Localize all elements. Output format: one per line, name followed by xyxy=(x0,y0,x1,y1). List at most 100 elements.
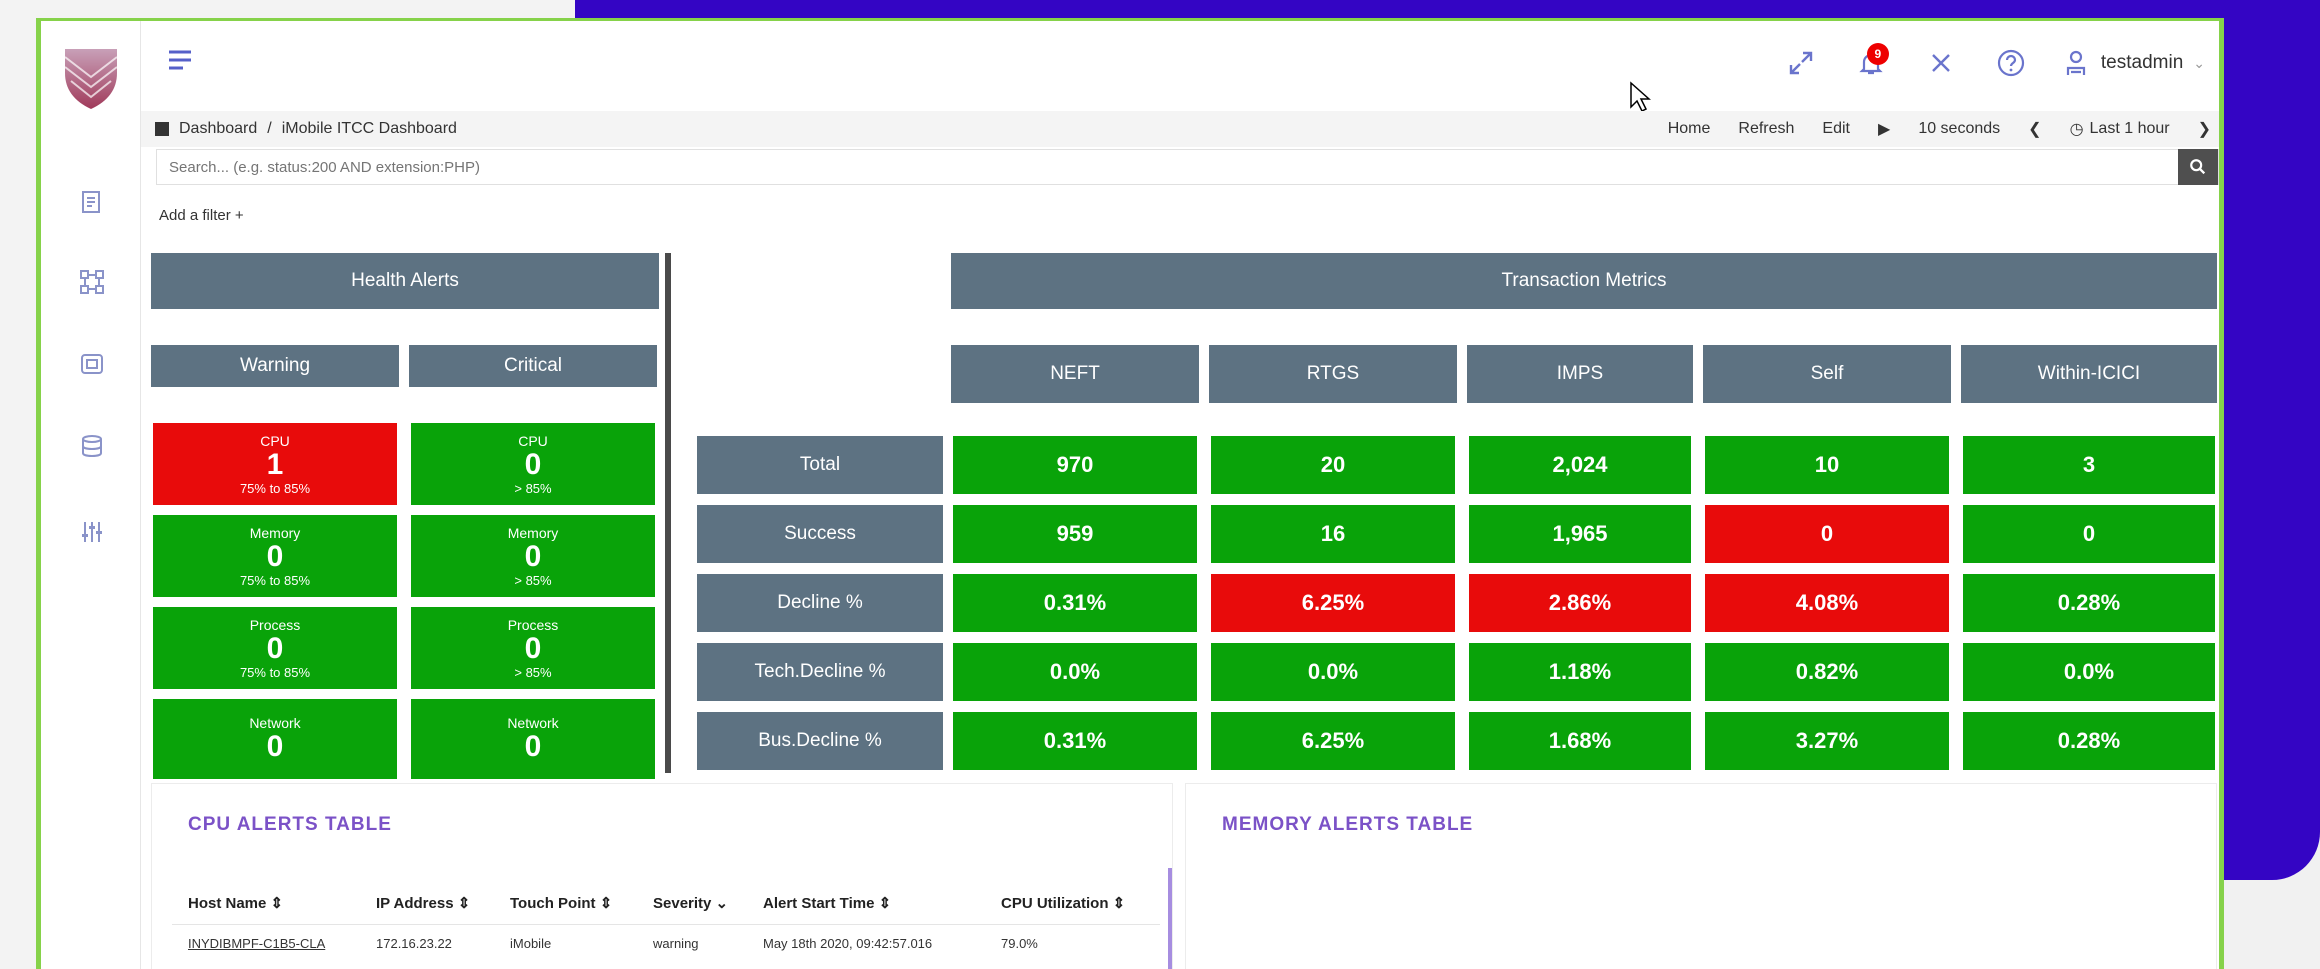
report-icon[interactable] xyxy=(77,187,107,217)
network-icon[interactable] xyxy=(77,267,107,297)
storage-icon[interactable] xyxy=(77,431,107,461)
tile-label: Network xyxy=(249,715,301,731)
metric-cell[interactable]: 2.86% xyxy=(1467,572,1693,634)
search-button[interactable] xyxy=(2178,149,2218,185)
critical-header: Critical xyxy=(409,345,657,387)
col-severity[interactable]: Severity ⌄ xyxy=(653,894,763,912)
warning-memory-tile[interactable]: Memory 0 75% to 85% xyxy=(151,513,399,599)
row-label-success: Success xyxy=(697,505,943,563)
critical-network-tile[interactable]: Network 0 xyxy=(409,697,657,781)
scrollbar[interactable] xyxy=(1168,868,1172,969)
metric-cell[interactable]: 2,024 xyxy=(1467,434,1693,496)
warning-header: Warning xyxy=(151,345,399,387)
metric-cell[interactable]: 16 xyxy=(1209,503,1457,565)
tile-range: 75% to 85% xyxy=(239,664,311,680)
col-touch-point[interactable]: Touch Point ⇕ xyxy=(510,894,653,912)
metric-cell[interactable]: 20 xyxy=(1209,434,1457,496)
chevron-left-icon[interactable]: ❮ xyxy=(2028,119,2041,139)
tile-range: 75% to 85% xyxy=(239,572,311,588)
logo[interactable] xyxy=(61,43,121,113)
metric-cell[interactable]: 0 xyxy=(1961,503,2217,565)
tile-label: Process xyxy=(249,616,301,633)
home-link[interactable]: Home xyxy=(1668,120,1711,138)
refresh-link[interactable]: Refresh xyxy=(1738,120,1794,138)
metric-cell[interactable]: 0.28% xyxy=(1961,572,2217,634)
metric-cell[interactable]: 0 xyxy=(1703,503,1951,565)
metric-cell[interactable]: 0.0% xyxy=(1961,641,2217,703)
col-alert-start-time[interactable]: Alert Start Time ⇕ xyxy=(763,894,1001,912)
col-host-name[interactable]: Host Name ⇕ xyxy=(188,894,376,912)
metric-cell[interactable]: 0.31% xyxy=(951,572,1199,634)
warning-cpu-tile[interactable]: CPU 1 75% to 85% xyxy=(151,421,399,507)
metric-cell[interactable]: 6.25% xyxy=(1209,710,1457,772)
transaction-metrics-header: Transaction Metrics xyxy=(951,253,2217,309)
time-range-picker[interactable]: ◷ Last 1 hour xyxy=(2070,119,2170,139)
critical-cpu-tile[interactable]: CPU 0 > 85% xyxy=(409,421,657,507)
metric-cell[interactable]: 10 xyxy=(1703,434,1951,496)
cpu-alerts-panel: CPU ALERTS TABLE Host Name ⇕ IP Address … xyxy=(151,783,1173,969)
cell-alert-start-time: May 18th 2020, 09:42:57.016 xyxy=(763,936,933,951)
user-menu[interactable]: testadmin ⌄ xyxy=(2061,48,2205,78)
column-header-imps: IMPS xyxy=(1467,345,1693,403)
tile-label: CPU xyxy=(260,432,290,449)
help-icon[interactable] xyxy=(1991,43,2031,83)
metric-cell[interactable]: 3 xyxy=(1961,434,2217,496)
col-cpu-utilization[interactable]: CPU Utilization ⇕ xyxy=(1001,894,1151,912)
cell-host-name[interactable]: INYDIBMPF-C1B5-CLA xyxy=(188,936,376,951)
chevron-right-icon[interactable]: ❯ xyxy=(2198,119,2211,139)
critical-memory-tile[interactable]: Memory 0 > 85% xyxy=(409,513,657,599)
critical-process-tile[interactable]: Process 0 > 85% xyxy=(409,605,657,691)
notification-badge: 9 xyxy=(1866,43,1889,65)
row-label-bus-decline-: Bus.Decline % xyxy=(697,712,943,770)
tile-count: 0 xyxy=(524,447,542,481)
metric-cell[interactable]: 0.28% xyxy=(1961,710,2217,772)
col-ip-address[interactable]: IP Address ⇕ xyxy=(376,894,510,912)
metric-cell[interactable]: 959 xyxy=(951,503,1199,565)
user-icon xyxy=(2066,50,2085,75)
tile-count: 0 xyxy=(266,539,284,573)
warning-network-tile[interactable]: Network 0 xyxy=(151,697,399,781)
cell-cpu-utilization: 79.0% xyxy=(1001,936,1038,951)
metric-cell[interactable]: 4.08% xyxy=(1703,572,1951,634)
sliders-icon[interactable] xyxy=(77,517,107,547)
database-icon[interactable] xyxy=(77,349,107,379)
tile-label: Network xyxy=(507,715,559,731)
breadcrumb-current: iMobile ITCC Dashboard xyxy=(281,120,457,137)
search-input[interactable] xyxy=(157,150,2178,184)
metric-cell[interactable]: 1.68% xyxy=(1467,710,1693,772)
health-alerts-header: Health Alerts xyxy=(151,253,659,309)
menu-icon[interactable] xyxy=(167,49,193,71)
tile-label: CPU xyxy=(518,432,548,449)
chevron-down-icon: ⌄ xyxy=(2193,54,2205,71)
table-row[interactable]: INYDIBMPF-C1B5-CLA 172.16.23.22 iMobile … xyxy=(188,936,1151,951)
metric-cell[interactable]: 0.82% xyxy=(1703,641,1951,703)
tile-count: 1 xyxy=(266,447,284,481)
metric-cell[interactable]: 1.18% xyxy=(1467,641,1693,703)
search-bar xyxy=(156,149,2219,185)
cell-severity: warning xyxy=(653,936,699,951)
refresh-interval[interactable]: 10 seconds xyxy=(1918,120,2000,138)
edit-link[interactable]: Edit xyxy=(1822,120,1850,138)
metric-cell[interactable]: 0.0% xyxy=(1209,641,1457,703)
metric-cell[interactable]: 0.31% xyxy=(951,710,1199,772)
tile-count: 0 xyxy=(266,730,284,763)
metric-cell[interactable]: 6.25% xyxy=(1209,572,1457,634)
expand-icon[interactable] xyxy=(1781,43,1821,83)
tile-range: > 85% xyxy=(514,664,552,680)
close-icon[interactable] xyxy=(1921,43,1961,83)
tile-label: Process xyxy=(507,616,559,633)
tile-label: Memory xyxy=(507,524,559,541)
tile-count: 0 xyxy=(524,539,542,573)
add-filter-link[interactable]: Add a filter + xyxy=(159,207,244,224)
metric-cell[interactable]: 970 xyxy=(951,434,1199,496)
tile-label: Memory xyxy=(249,524,301,541)
metric-cell[interactable]: 3.27% xyxy=(1703,710,1951,772)
metric-cell[interactable]: 1,965 xyxy=(1467,503,1693,565)
memory-alerts-panel: MEMORY ALERTS TABLE xyxy=(1185,783,2217,969)
breadcrumb-root[interactable]: Dashboard xyxy=(179,120,257,138)
metric-cell[interactable]: 0.0% xyxy=(951,641,1199,703)
warning-process-tile[interactable]: Process 0 75% to 85% xyxy=(151,605,399,691)
play-icon[interactable]: ▶ xyxy=(1878,119,1890,139)
column-header-self: Self xyxy=(1703,345,1951,403)
bell-icon[interactable]: 9 xyxy=(1851,43,1891,83)
